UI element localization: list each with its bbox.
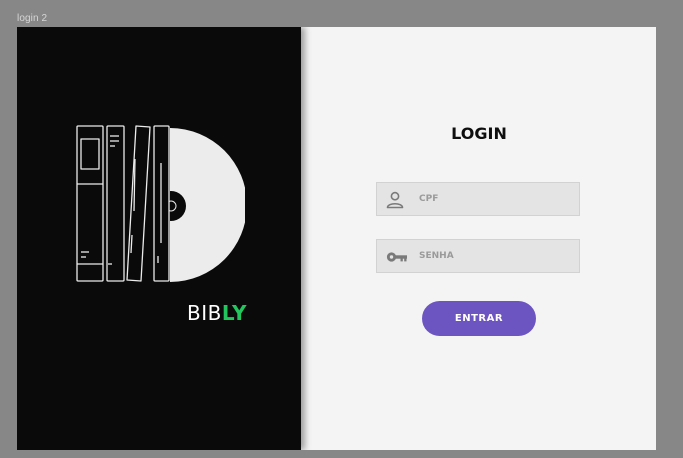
login-panel: LOGIN ENTRAR <box>301 27 656 450</box>
login-frame: BIBLY LOGIN ENTRAR <box>17 27 656 450</box>
enter-button[interactable]: ENTRAR <box>422 301 536 336</box>
brand-name-accent: LY <box>221 301 247 325</box>
brand-logo: BIBLY <box>187 301 247 325</box>
books-and-disc-icon <box>76 125 245 282</box>
user-icon <box>386 191 404 209</box>
brand-name-prefix: BIB <box>187 301 222 325</box>
cpf-input[interactable] <box>419 183 569 215</box>
frame-title: login 2 <box>17 13 48 24</box>
cpf-field[interactable] <box>376 182 580 216</box>
password-field[interactable] <box>376 239 580 273</box>
password-input[interactable] <box>419 240 569 272</box>
brand-panel: BIBLY <box>17 27 301 450</box>
key-icon <box>386 252 407 262</box>
login-title: LOGIN <box>451 124 507 143</box>
